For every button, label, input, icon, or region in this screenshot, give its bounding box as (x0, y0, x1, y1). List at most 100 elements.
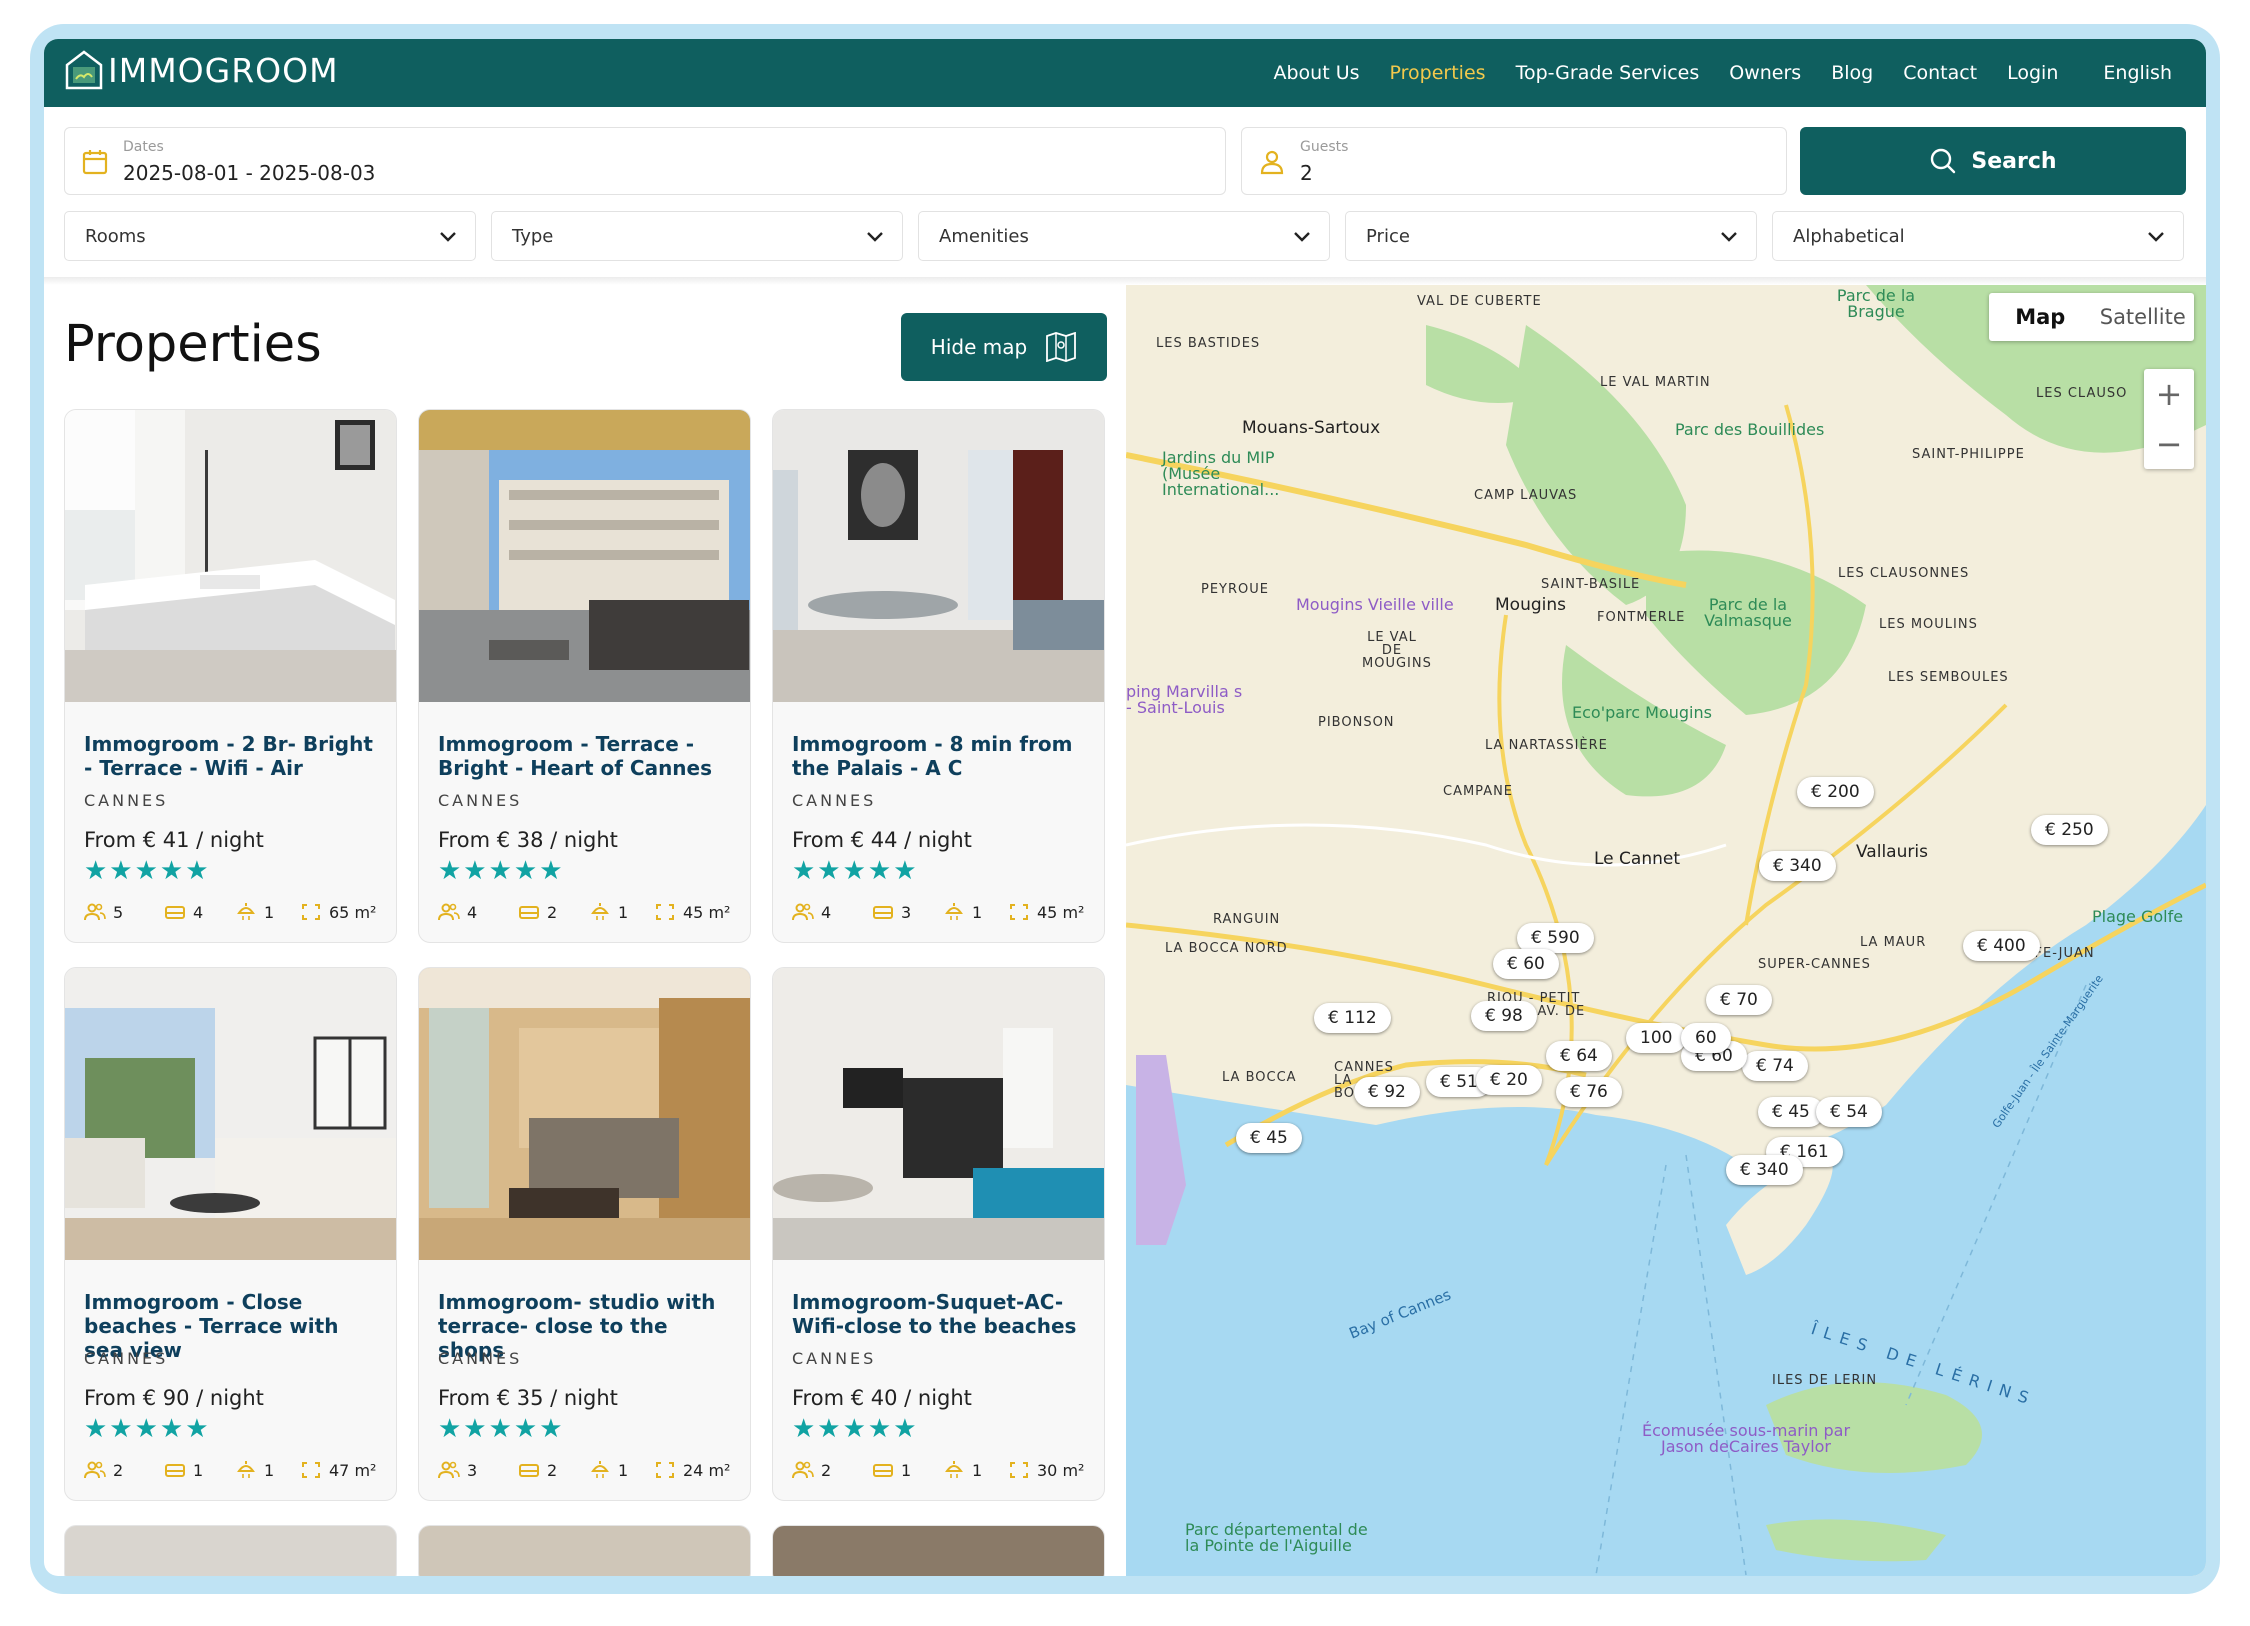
guests-field[interactable]: Guests 2 (1241, 127, 1787, 195)
bed-icon (873, 906, 893, 919)
amenities-dropdown[interactable]: Amenities (918, 211, 1330, 261)
area-feature: 30 m² (1008, 1459, 1084, 1481)
price-pin[interactable]: € 92 (1354, 1077, 1420, 1107)
price-pin[interactable]: € 45 (1758, 1097, 1824, 1127)
nav-contact[interactable]: Contact (1903, 62, 1977, 84)
property-photo[interactable] (773, 968, 1105, 1260)
zoom-controls: + − (2144, 369, 2194, 469)
property-price: From € 35 / night (438, 1386, 618, 1410)
dates-field[interactable]: Dates 2025-08-01 - 2025-08-03 (64, 127, 1226, 195)
brand-logo[interactable]: IMMOGROOM (64, 49, 339, 91)
property-title[interactable]: Immogroom-Suquet-AC-Wifi-close to the be… (792, 1290, 1092, 1338)
area-feature: 45 m² (654, 901, 730, 923)
price-pin[interactable]: € 45 (1236, 1123, 1302, 1153)
area-value: 45 m² (1037, 902, 1085, 922)
property-photo[interactable] (419, 968, 751, 1260)
price-pin[interactable]: € 76 (1556, 1077, 1622, 1107)
price-pin[interactable]: € 112 (1314, 1003, 1391, 1033)
shower-icon (591, 1461, 609, 1478)
rooms-dropdown[interactable]: Rooms (64, 211, 476, 261)
property-list-panel: Properties Hide map Immogroom - 2 Br- Br… (44, 285, 1126, 1576)
price-pin[interactable]: € 60 (1493, 949, 1559, 979)
nav-owners[interactable]: Owners (1729, 62, 1801, 84)
price-pin[interactable]: € 200 (1797, 777, 1874, 807)
hide-map-button[interactable]: Hide map (901, 313, 1107, 381)
bedrooms-feature: 3 (872, 901, 911, 923)
satellite-tab[interactable]: Satellite (2092, 293, 2195, 341)
nav-login[interactable]: Login (2007, 62, 2058, 84)
property-city: CANNES (438, 791, 523, 810)
property-card[interactable]: Immogroom - Terrace - Bright - Heart of … (418, 409, 751, 943)
guests-count: 2 (113, 1460, 124, 1480)
price-pin[interactable]: € 340 (1726, 1155, 1803, 1185)
guests-icon (792, 1461, 814, 1479)
zoom-out-button[interactable]: − (2144, 419, 2194, 469)
guests-icon (84, 903, 106, 921)
property-title[interactable]: Immogroom - Terrace - Bright - Heart of … (438, 732, 738, 780)
map-tab[interactable]: Map (1989, 293, 2092, 341)
brand-name: IMMOGROOM (108, 50, 339, 90)
property-photo[interactable] (65, 968, 397, 1260)
rating-stars: ★★★★★ (84, 856, 211, 886)
area-value: 24 m² (683, 1460, 731, 1480)
property-card[interactable]: Immogroom-Suquet-AC-Wifi-close to the be… (772, 967, 1105, 1501)
property-card[interactable] (64, 1525, 397, 1576)
zoom-in-button[interactable]: + (2144, 369, 2194, 419)
property-photo[interactable] (773, 410, 1105, 702)
browser-window: IMMOGROOM About Us Properties Top-Grade … (44, 39, 2206, 1576)
top-navbar: IMMOGROOM About Us Properties Top-Grade … (44, 39, 2206, 107)
area-icon (656, 904, 674, 920)
price-pin[interactable]: € 70 (1706, 985, 1772, 1015)
property-title[interactable]: Immogroom - 8 min from the Palais - A C (792, 732, 1092, 780)
guests-count: 5 (113, 902, 124, 922)
bedrooms-count: 1 (901, 1460, 912, 1480)
property-card[interactable]: Immogroom- studio with terrace- close to… (418, 967, 751, 1501)
price-pin[interactable]: € 250 (2031, 815, 2108, 845)
guests-feature: 4 (792, 901, 831, 923)
nav-properties[interactable]: Properties (1390, 62, 1486, 84)
area-value: 30 m² (1037, 1460, 1085, 1480)
price-pin[interactable]: 100 (1626, 1023, 1687, 1053)
price-pin[interactable]: € 74 (1742, 1051, 1808, 1081)
property-card[interactable]: Immogroom - Close beaches - Terrace with… (64, 967, 397, 1501)
type-dropdown[interactable]: Type (491, 211, 903, 261)
search-bar: Dates 2025-08-01 - 2025-08-03 Guests 2 S… (64, 127, 2186, 195)
guests-feature: 4 (438, 901, 477, 923)
guests-icon (84, 1461, 106, 1479)
language-selector[interactable]: English (2103, 62, 2172, 84)
price-pin[interactable]: € 400 (1963, 931, 2040, 961)
guests-icon (792, 903, 814, 921)
property-photo[interactable] (65, 410, 397, 702)
bedrooms-feature: 2 (518, 901, 557, 923)
price-pin[interactable]: € 54 (1816, 1097, 1882, 1127)
rating-stars: ★★★★★ (792, 856, 919, 886)
property-card[interactable]: Immogroom - 8 min from the Palais - A C … (772, 409, 1105, 943)
property-price: From € 90 / night (84, 1386, 264, 1410)
search-button[interactable]: Search (1800, 127, 2186, 195)
guests-icon (438, 1461, 460, 1479)
nav-about-us[interactable]: About Us (1274, 62, 1360, 84)
property-card[interactable]: Immogroom - 2 Br- Bright - Terrace - Wif… (64, 409, 397, 943)
property-title[interactable]: Immogroom - 2 Br- Bright - Terrace - Wif… (84, 732, 384, 780)
price-pin[interactable]: € 340 (1759, 851, 1836, 881)
bathrooms-count: 1 (264, 902, 275, 922)
area-value: 65 m² (329, 902, 377, 922)
map-canvas[interactable] (1126, 285, 2206, 1576)
nav-blog[interactable]: Blog (1831, 62, 1873, 84)
chevron-down-icon (2148, 232, 2164, 242)
map-panel[interactable]: VAL DE CUBERTE LES BASTIDES LE VAL MARTI… (1126, 285, 2206, 1576)
price-pin[interactable]: € 98 (1471, 1001, 1537, 1031)
property-price: From € 40 / night (792, 1386, 972, 1410)
property-city: CANNES (792, 1349, 877, 1368)
property-card[interactable] (772, 1525, 1105, 1576)
price-pin[interactable]: 60 (1681, 1023, 1731, 1053)
property-card[interactable] (418, 1525, 751, 1576)
price-pin[interactable]: € 64 (1546, 1041, 1612, 1071)
price-pin[interactable]: € 20 (1476, 1065, 1542, 1095)
price-dropdown[interactable]: Price (1345, 211, 1757, 261)
nav-top-grade-services[interactable]: Top-Grade Services (1516, 62, 1700, 84)
bed-icon (519, 1464, 539, 1477)
property-photo[interactable] (419, 410, 751, 702)
guests-feature: 3 (438, 1459, 477, 1481)
sort-dropdown[interactable]: Alphabetical (1772, 211, 2184, 261)
